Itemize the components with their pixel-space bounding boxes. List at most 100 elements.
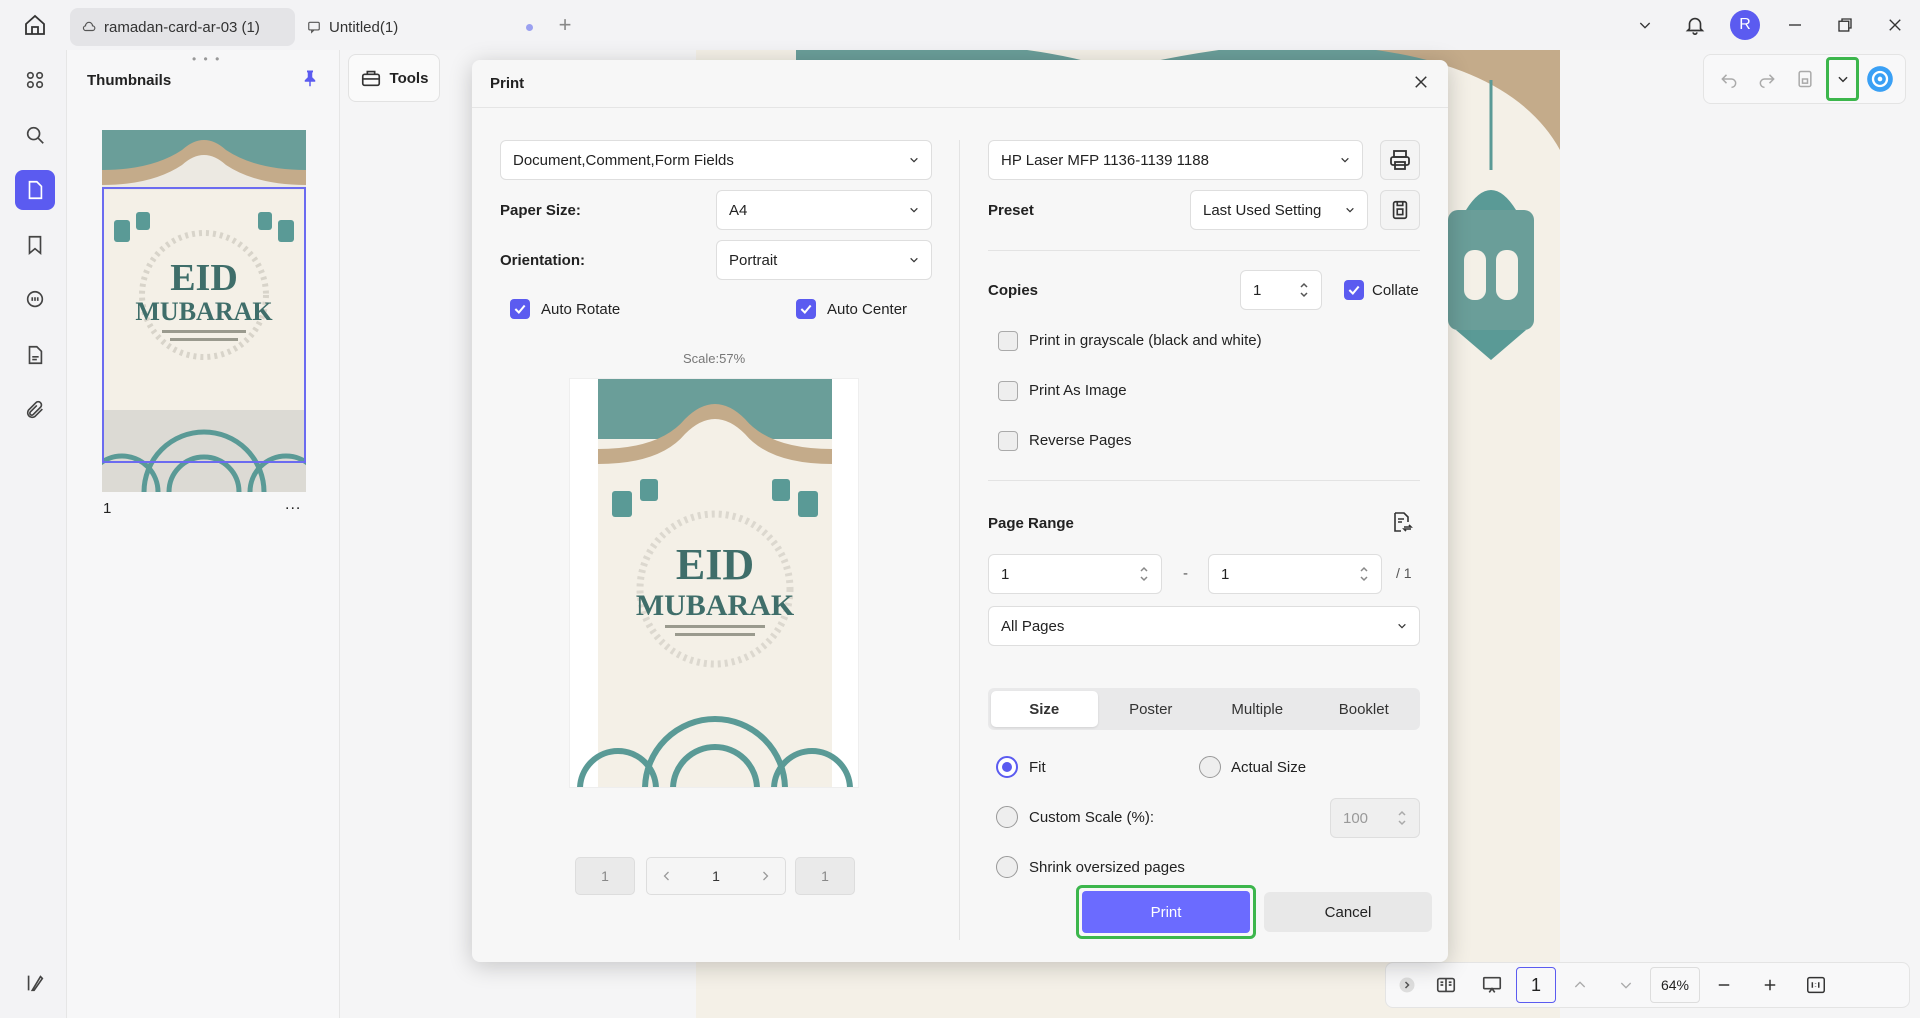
- close-dialog-button[interactable]: [1412, 73, 1430, 95]
- rail-comments-button[interactable]: [15, 280, 55, 320]
- printer-select[interactable]: HP Laser MFP 1136-1139 1188: [988, 140, 1363, 180]
- chevron-left-icon[interactable]: [661, 870, 673, 882]
- scale-text: Scale:57%: [683, 351, 746, 366]
- tabs-dropdown-button[interactable]: [1620, 0, 1670, 50]
- zoom-out-button[interactable]: [1702, 965, 1746, 1005]
- page-icon: [28, 180, 43, 200]
- pages-select[interactable]: All Pages: [988, 606, 1420, 646]
- range-to-stepper[interactable]: 1: [1208, 554, 1382, 594]
- page-number-input[interactable]: 1: [1516, 967, 1556, 1003]
- pin-button[interactable]: [301, 68, 319, 92]
- printer-properties-button[interactable]: [1380, 140, 1420, 180]
- tab-booklet[interactable]: Booklet: [1311, 691, 1418, 727]
- reverse-pages-checkbox[interactable]: [998, 431, 1018, 451]
- range-from-stepper[interactable]: 1: [988, 554, 1162, 594]
- orientation-select[interactable]: Portrait: [716, 240, 932, 280]
- stepper-arrows-icon[interactable]: [1397, 808, 1407, 828]
- collate-checkbox[interactable]: [1344, 280, 1364, 300]
- home-button[interactable]: [0, 0, 70, 50]
- paper-size-select[interactable]: A4: [716, 190, 932, 230]
- notifications-button[interactable]: [1670, 0, 1720, 50]
- undo-button[interactable]: [1712, 60, 1746, 98]
- comment-icon: [26, 290, 44, 308]
- copies-stepper[interactable]: 1: [1240, 270, 1322, 310]
- thumbnail-more-button[interactable]: ...: [285, 496, 301, 514]
- bottom-bar: 1 64%: [1385, 962, 1910, 1008]
- auto-center-label: Auto Center: [827, 301, 908, 318]
- new-tab-button[interactable]: +: [545, 12, 585, 38]
- page-swap-icon: [1394, 512, 1413, 532]
- tab-poster[interactable]: Poster: [1098, 691, 1205, 727]
- minimize-button[interactable]: [1770, 0, 1820, 50]
- preset-select[interactable]: Last Used Setting: [1190, 190, 1368, 230]
- actual-size-button[interactable]: [1794, 965, 1838, 1005]
- rail-pages-button[interactable]: [15, 170, 55, 210]
- first-page-button[interactable]: 1: [575, 857, 635, 895]
- tools-button[interactable]: Tools: [348, 54, 440, 102]
- save-button[interactable]: [1788, 60, 1822, 98]
- stepper-arrows-icon[interactable]: [1359, 564, 1369, 584]
- previous-page-button[interactable]: [1558, 965, 1602, 1005]
- tab-size[interactable]: Size: [991, 691, 1098, 727]
- rail-attachments-button[interactable]: [15, 390, 55, 430]
- rail-forms-button[interactable]: [15, 335, 55, 375]
- preset-value: Last Used Setting: [1203, 201, 1322, 219]
- minimize-icon: [1789, 24, 1801, 26]
- ai-assistant-button[interactable]: [1863, 60, 1897, 98]
- custom-scale-stepper[interactable]: 100: [1330, 798, 1420, 838]
- grayscale-checkbox[interactable]: [998, 331, 1018, 351]
- page-range-toggle-button[interactable]: [1390, 510, 1414, 538]
- check-icon: [1348, 285, 1360, 296]
- zoom-level[interactable]: 64%: [1650, 967, 1700, 1003]
- grid-icon: [26, 71, 44, 89]
- tab-untitled[interactable]: Untitled(1): [295, 8, 545, 46]
- plus-icon: +: [558, 12, 572, 37]
- close-window-button[interactable]: [1870, 0, 1920, 50]
- rail-collapse-button[interactable]: [15, 963, 55, 1003]
- save-options-dropdown[interactable]: [1826, 57, 1859, 101]
- rail-bookmark-button[interactable]: [15, 225, 55, 265]
- page-layout-button[interactable]: [1424, 965, 1468, 1005]
- next-page-button[interactable]: [1604, 965, 1648, 1005]
- thumbnails-title: Thumbnails: [87, 71, 172, 89]
- chevron-down-icon: [1346, 207, 1354, 213]
- save-preset-button[interactable]: [1380, 190, 1420, 230]
- print-button[interactable]: Print: [1082, 891, 1250, 933]
- custom-scale-radio[interactable]: [996, 806, 1018, 828]
- actual-size-radio[interactable]: [1199, 756, 1221, 778]
- fit-radio[interactable]: [996, 756, 1018, 778]
- print-content-select[interactable]: Document,Comment,Form Fields: [500, 140, 932, 180]
- last-page-button[interactable]: 1: [795, 857, 855, 895]
- shrink-oversized-radio[interactable]: [996, 856, 1018, 878]
- redo-button[interactable]: [1750, 60, 1784, 98]
- presentation-button[interactable]: [1470, 965, 1514, 1005]
- preview-page-nav[interactable]: 1: [646, 857, 786, 895]
- tab-ramadan-card[interactable]: ramadan-card-ar-03 (1): [70, 8, 295, 46]
- account-button[interactable]: R: [1720, 0, 1770, 50]
- stepper-arrows-icon[interactable]: [1299, 280, 1309, 300]
- chevron-down-icon: [910, 157, 918, 163]
- restore-button[interactable]: [1820, 0, 1870, 50]
- expand-bar-button[interactable]: [1392, 965, 1422, 1005]
- chevron-down-icon: [910, 257, 918, 263]
- auto-center-checkbox[interactable]: [796, 299, 816, 319]
- print-as-image-checkbox[interactable]: [998, 381, 1018, 401]
- tab-multiple[interactable]: Multiple: [1204, 691, 1311, 727]
- rail-grid-button[interactable]: [15, 60, 55, 100]
- print-dialog: Print Document,Comment,Form Fields Paper…: [472, 60, 1448, 962]
- printer-icon: [1390, 150, 1410, 170]
- tab-label: ramadan-card-ar-03 (1): [104, 18, 260, 36]
- drag-handle[interactable]: • • •: [192, 52, 221, 66]
- rail-search-button[interactable]: [15, 115, 55, 155]
- zoom-in-button[interactable]: [1748, 965, 1792, 1005]
- stepper-arrows-icon[interactable]: [1139, 564, 1149, 584]
- pages-select-value: All Pages: [1001, 617, 1065, 635]
- print-as-image-label: Print As Image: [1029, 382, 1127, 399]
- avatar: R: [1730, 10, 1760, 40]
- save-icon: [1798, 70, 1812, 88]
- cancel-button[interactable]: Cancel: [1264, 892, 1432, 932]
- chevron-right-icon[interactable]: [759, 870, 771, 882]
- undo-icon: [1721, 74, 1737, 89]
- auto-rotate-checkbox[interactable]: [510, 299, 530, 319]
- right-toolbar: [1703, 54, 1906, 104]
